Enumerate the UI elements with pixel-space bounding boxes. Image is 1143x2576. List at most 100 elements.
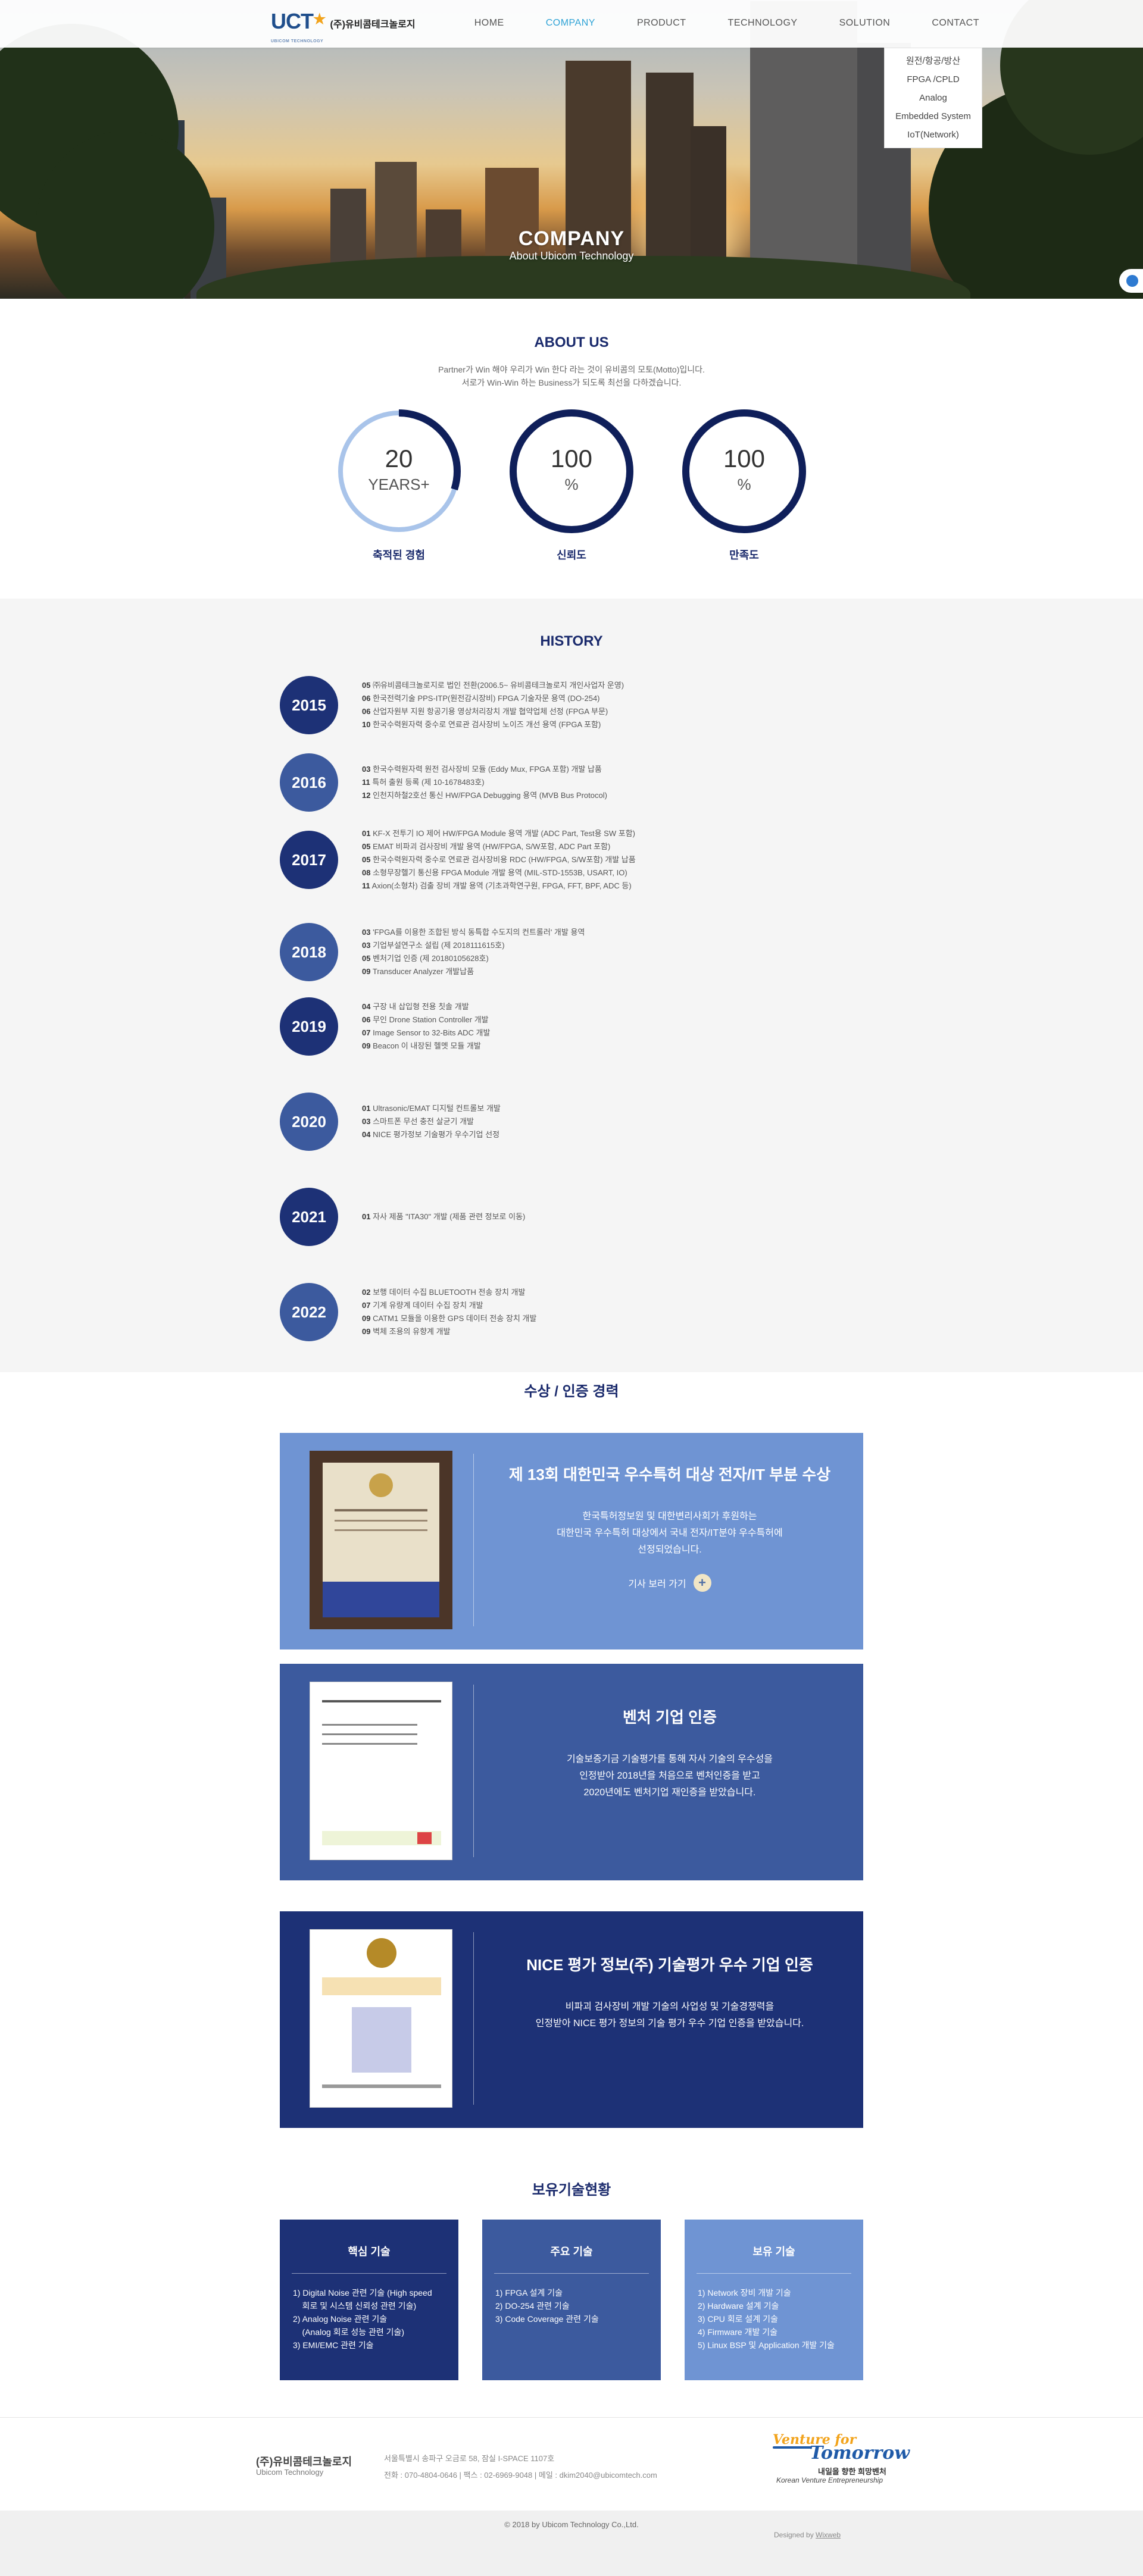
about-description: Partner가 Win 해야 우리가 Win 한다 라는 것이 유비콤의 모토… bbox=[0, 363, 1143, 389]
history-item-month: 08 bbox=[362, 868, 371, 877]
cert-line bbox=[322, 1733, 417, 1735]
tech-box-title: 핵심 기술 bbox=[348, 2246, 391, 2258]
history-item-text: 벽체 조용의 유향계 개발 bbox=[373, 1327, 451, 1336]
solution-dropdown: 원전/항공/방산 FPGA /CPLD Analog Embedded Syst… bbox=[884, 48, 982, 148]
history-item: 09 CATM1 모듈을 이용한 GPS 데이터 전송 장치 개발 bbox=[362, 1312, 536, 1325]
copyright: © 2018 by Ubicom Technology Co.,Ltd. bbox=[504, 2520, 639, 2529]
history-year-items: 03 'FPGA를 이용한 조합된 방식 동특합 수도지의 컨트롤러' 개발 용… bbox=[362, 926, 585, 978]
nav-technology[interactable]: TECHNOLOGY bbox=[728, 18, 798, 29]
hero-title: COMPANY bbox=[518, 227, 625, 250]
tech-title: 보유기술현황 bbox=[532, 2182, 611, 2198]
stat-circle: 20 YEARS+ 축적된 경험 bbox=[336, 409, 467, 561]
site-logo[interactable]: UCT★ UBICOM TECHNOLOGY (주)유비콤테크놀로지 bbox=[271, 11, 416, 44]
history-item: 10 한국수력원자력 중수로 연료관 검사장비 노이즈 개선 용역 (FPGA … bbox=[362, 718, 624, 731]
logo-company-name: (주)유비콤테크놀로지 bbox=[330, 19, 416, 30]
plaque-footer bbox=[323, 1582, 439, 1617]
footer-company: (주)유비콤테크놀로지 bbox=[256, 2456, 352, 2468]
nav-product[interactable]: PRODUCT bbox=[637, 18, 686, 29]
history-item-month: 05 bbox=[362, 855, 371, 864]
history-year-badge: 2016 bbox=[280, 753, 338, 812]
tech-box-divider bbox=[494, 2273, 649, 2274]
award-text: 벤처 기업 인증 기술보증기금 기술평가를 통해 자사 기술의 우수성을 인정받아 … bbox=[494, 1705, 845, 1801]
designed-by: Designed by Wixweb bbox=[774, 2531, 841, 2539]
award-divider bbox=[473, 1685, 474, 1857]
hero-subtitle: About Ubicom Technology bbox=[509, 250, 634, 262]
award-description-line: 비파괴 검사장비 개발 기술의 사업성 및 기술경쟁력을 bbox=[565, 2002, 775, 2012]
nav-contact[interactable]: CONTACT bbox=[932, 18, 979, 29]
dropdown-item-iot[interactable]: IoT(Network) bbox=[885, 126, 982, 144]
about-section: ABOUT US Partner가 Win 해야 우리가 Win 한다 라는 것… bbox=[0, 299, 1143, 599]
history-year-items: 04 구장 내 삽입형 전용 칫솔 개발 06 무인 Drone Station … bbox=[362, 1000, 490, 1053]
history-item-text: 소형무장헬기 통신용 FPGA Module 개발 용역 (MIL-STD-15… bbox=[373, 868, 627, 877]
award-text: 제 13회 대한민국 우수특허 대상 전자/IT 부분 수상한국특허정보원 및 … bbox=[494, 1463, 845, 1592]
history-year-items: 01 KF-X 전투기 IO 제어 HW/FPGA Module 용역 개발 (… bbox=[362, 827, 636, 893]
side-quick-button[interactable] bbox=[1119, 269, 1143, 293]
history-item-text: 한국수력원자력 중수로 연료관 검사장비용 RDC (HW/FPGA, S/W포… bbox=[373, 855, 636, 864]
history-item-month: 01 bbox=[362, 829, 371, 838]
history-item-text: Ultrasonic/EMAT 디지털 컨트롤보 개발 bbox=[373, 1104, 501, 1113]
history-item: 06 무인 Drone Station Controller 개발 bbox=[362, 1013, 490, 1026]
history-item-month: 06 bbox=[362, 707, 371, 716]
dropdown-item-fpga[interactable]: FPGA /CPLD bbox=[885, 70, 982, 89]
plaque-line bbox=[335, 1520, 427, 1522]
nav-company[interactable]: COMPANY bbox=[546, 18, 595, 29]
history-item-month: 05 bbox=[362, 681, 371, 690]
history-item-month: 01 bbox=[362, 1104, 371, 1113]
history-item-text: 기계 유량계 데이터 수집 장치 개발 bbox=[373, 1301, 483, 1310]
history-item-month: 04 bbox=[362, 1002, 371, 1011]
history-item-text: CATM1 모듈을 이용한 GPS 데이터 전송 장치 개발 bbox=[373, 1314, 537, 1323]
award-divider bbox=[473, 1932, 474, 2105]
history-item-text: 인천지하철2호선 통신 HW/FPGA Debugging 용역 (MVB Bu… bbox=[373, 791, 607, 800]
dropdown-item-nuclear[interactable]: 원전/항공/방산 bbox=[885, 52, 982, 70]
history-year-items: 03 한국수력원자력 원전 검사장비 모듈 (Eddy Mux, FPGA 포함… bbox=[362, 763, 607, 802]
history-year-badge: 2017 bbox=[280, 831, 338, 889]
plaque-line bbox=[335, 1509, 427, 1511]
history-item: 09 Transducer Analyzer 개발납품 bbox=[362, 965, 585, 978]
plaque-image bbox=[310, 1451, 452, 1629]
tech-box-items: 1) FPGA 설계 기술 2) DO-254 관련 기술 3) Code Cove… bbox=[495, 2286, 656, 2325]
award-text: NICE 평가 정보(주) 기술평가 우수 기업 인증 비파괴 검사장비 개발 기… bbox=[494, 1953, 845, 2032]
stat-unit: % bbox=[737, 475, 751, 493]
nav-solution[interactable]: SOLUTION bbox=[839, 18, 891, 29]
history-item: 03 기업부설연구소 설립 (제 2018111615호) bbox=[362, 939, 585, 952]
logo-subtitle: UBICOM TECHNOLOGY bbox=[271, 39, 324, 43]
award-description: 비파괴 검사장비 개발 기술의 사업성 및 기술경쟁력을인정받아 NICE 평가… bbox=[494, 1999, 845, 2032]
history-year-badge: 2022 bbox=[280, 1283, 338, 1341]
history-item: 08 소형무장헬기 통신용 FPGA Module 개발 용역 (MIL-STD… bbox=[362, 866, 636, 879]
history-item: 06 한국전력기술 PPS-ITP(원전감시장비) FPGA 기술자문 용역 (… bbox=[362, 692, 624, 705]
history-item: 09 Beacon 이 내장된 헬멧 모듈 개발 bbox=[362, 1040, 490, 1053]
tech-item: 1) FPGA 설계 기술 bbox=[495, 2288, 563, 2298]
history-item: 11 특허 출원 등록 (제 10-1678483호) bbox=[362, 776, 607, 789]
history-item-month: 03 bbox=[362, 941, 371, 950]
award-description-line: 인정받아 NICE 평가 정보의 기술 평가 우수 기업 인증을 받았습니다. bbox=[535, 2018, 804, 2029]
article-link[interactable]: 기사 보러 가기 + bbox=[628, 1574, 711, 1592]
history-item-month: 07 bbox=[362, 1028, 371, 1037]
history-item: 03 스마트폰 무선 충전 살균기 개발 bbox=[362, 1115, 501, 1128]
history-item: 01 자사 제품 "ITA30" 개발 (제품 관련 정보로 이동) bbox=[362, 1210, 525, 1223]
history-item: 05 EMAT 비파괴 검사장비 개발 용역 (HW/FPGA, S/W포함, … bbox=[362, 840, 636, 853]
award-description: 한국특허정보원 및 대한변리사회가 후원하는 대한민국 우수특허 대상에서 국내 … bbox=[494, 1508, 845, 1558]
dropdown-item-analog[interactable]: Analog bbox=[885, 89, 982, 107]
history-item-month: 06 bbox=[362, 1015, 371, 1024]
history-item-month: 10 bbox=[362, 720, 371, 729]
footer-address-block: 서울특별시 송파구 오금로 58, 잠실 I-SPACE 1107호 전화 : … bbox=[384, 2450, 657, 2484]
about-desc-line: Partner가 Win 해야 우리가 Win 한다 라는 것이 유비콤의 모토… bbox=[438, 365, 705, 374]
designed-by-link[interactable]: Wixweb bbox=[816, 2531, 841, 2539]
history-year-badge: 2015 bbox=[280, 676, 338, 734]
history-item-text: 스마트폰 무선 충전 살균기 개발 bbox=[373, 1117, 474, 1126]
site-header: UCT★ UBICOM TECHNOLOGY (주)유비콤테크놀로지 HOME … bbox=[0, 0, 1143, 48]
history-item-month: 03 bbox=[362, 1117, 371, 1126]
history-item-month: 03 bbox=[362, 765, 371, 774]
awards-section: 수상 / 인증 경력 제 13회 대한민국 우수특허 대상 전자/IT 부분 수… bbox=[0, 1372, 1143, 2170]
history-item: 03 한국수력원자력 원전 검사장비 모듈 (Eddy Mux, FPGA 포함… bbox=[362, 763, 607, 776]
dropdown-item-embedded[interactable]: Embedded System bbox=[885, 107, 982, 126]
tech-box-items: 1) Network 장비 개발 기술 2) Hardware 설계 기술 3) C… bbox=[698, 2286, 858, 2352]
history-item-text: ㈜유비콤테크놀로지로 법인 전환(2006.5~ 유비콤테크놀로지 개인사업자 … bbox=[373, 681, 624, 690]
award-title: 제 13회 대한민국 우수특허 대상 전자/IT 부분 수상 bbox=[508, 1466, 831, 1483]
cert-line bbox=[322, 1700, 441, 1702]
venture-logo: Venture for Tomorrow 내일을 향한 희망벤처 Korean … bbox=[773, 2428, 910, 2500]
nav-home[interactable]: HOME bbox=[474, 18, 504, 29]
history-year-badge: 2018 bbox=[280, 923, 338, 981]
stat-circle: 100% 만족도 bbox=[682, 409, 813, 561]
awards-title: 수상 / 인증 경력 bbox=[524, 1384, 619, 1400]
